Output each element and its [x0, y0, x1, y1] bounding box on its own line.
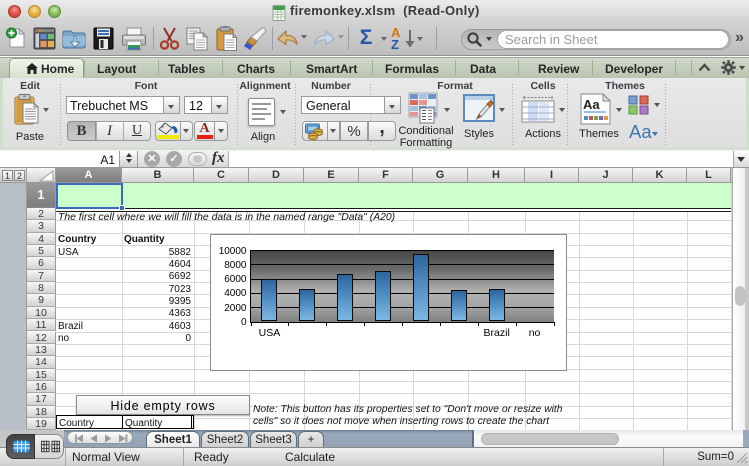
- svg-text:Aa: Aa: [583, 97, 600, 112]
